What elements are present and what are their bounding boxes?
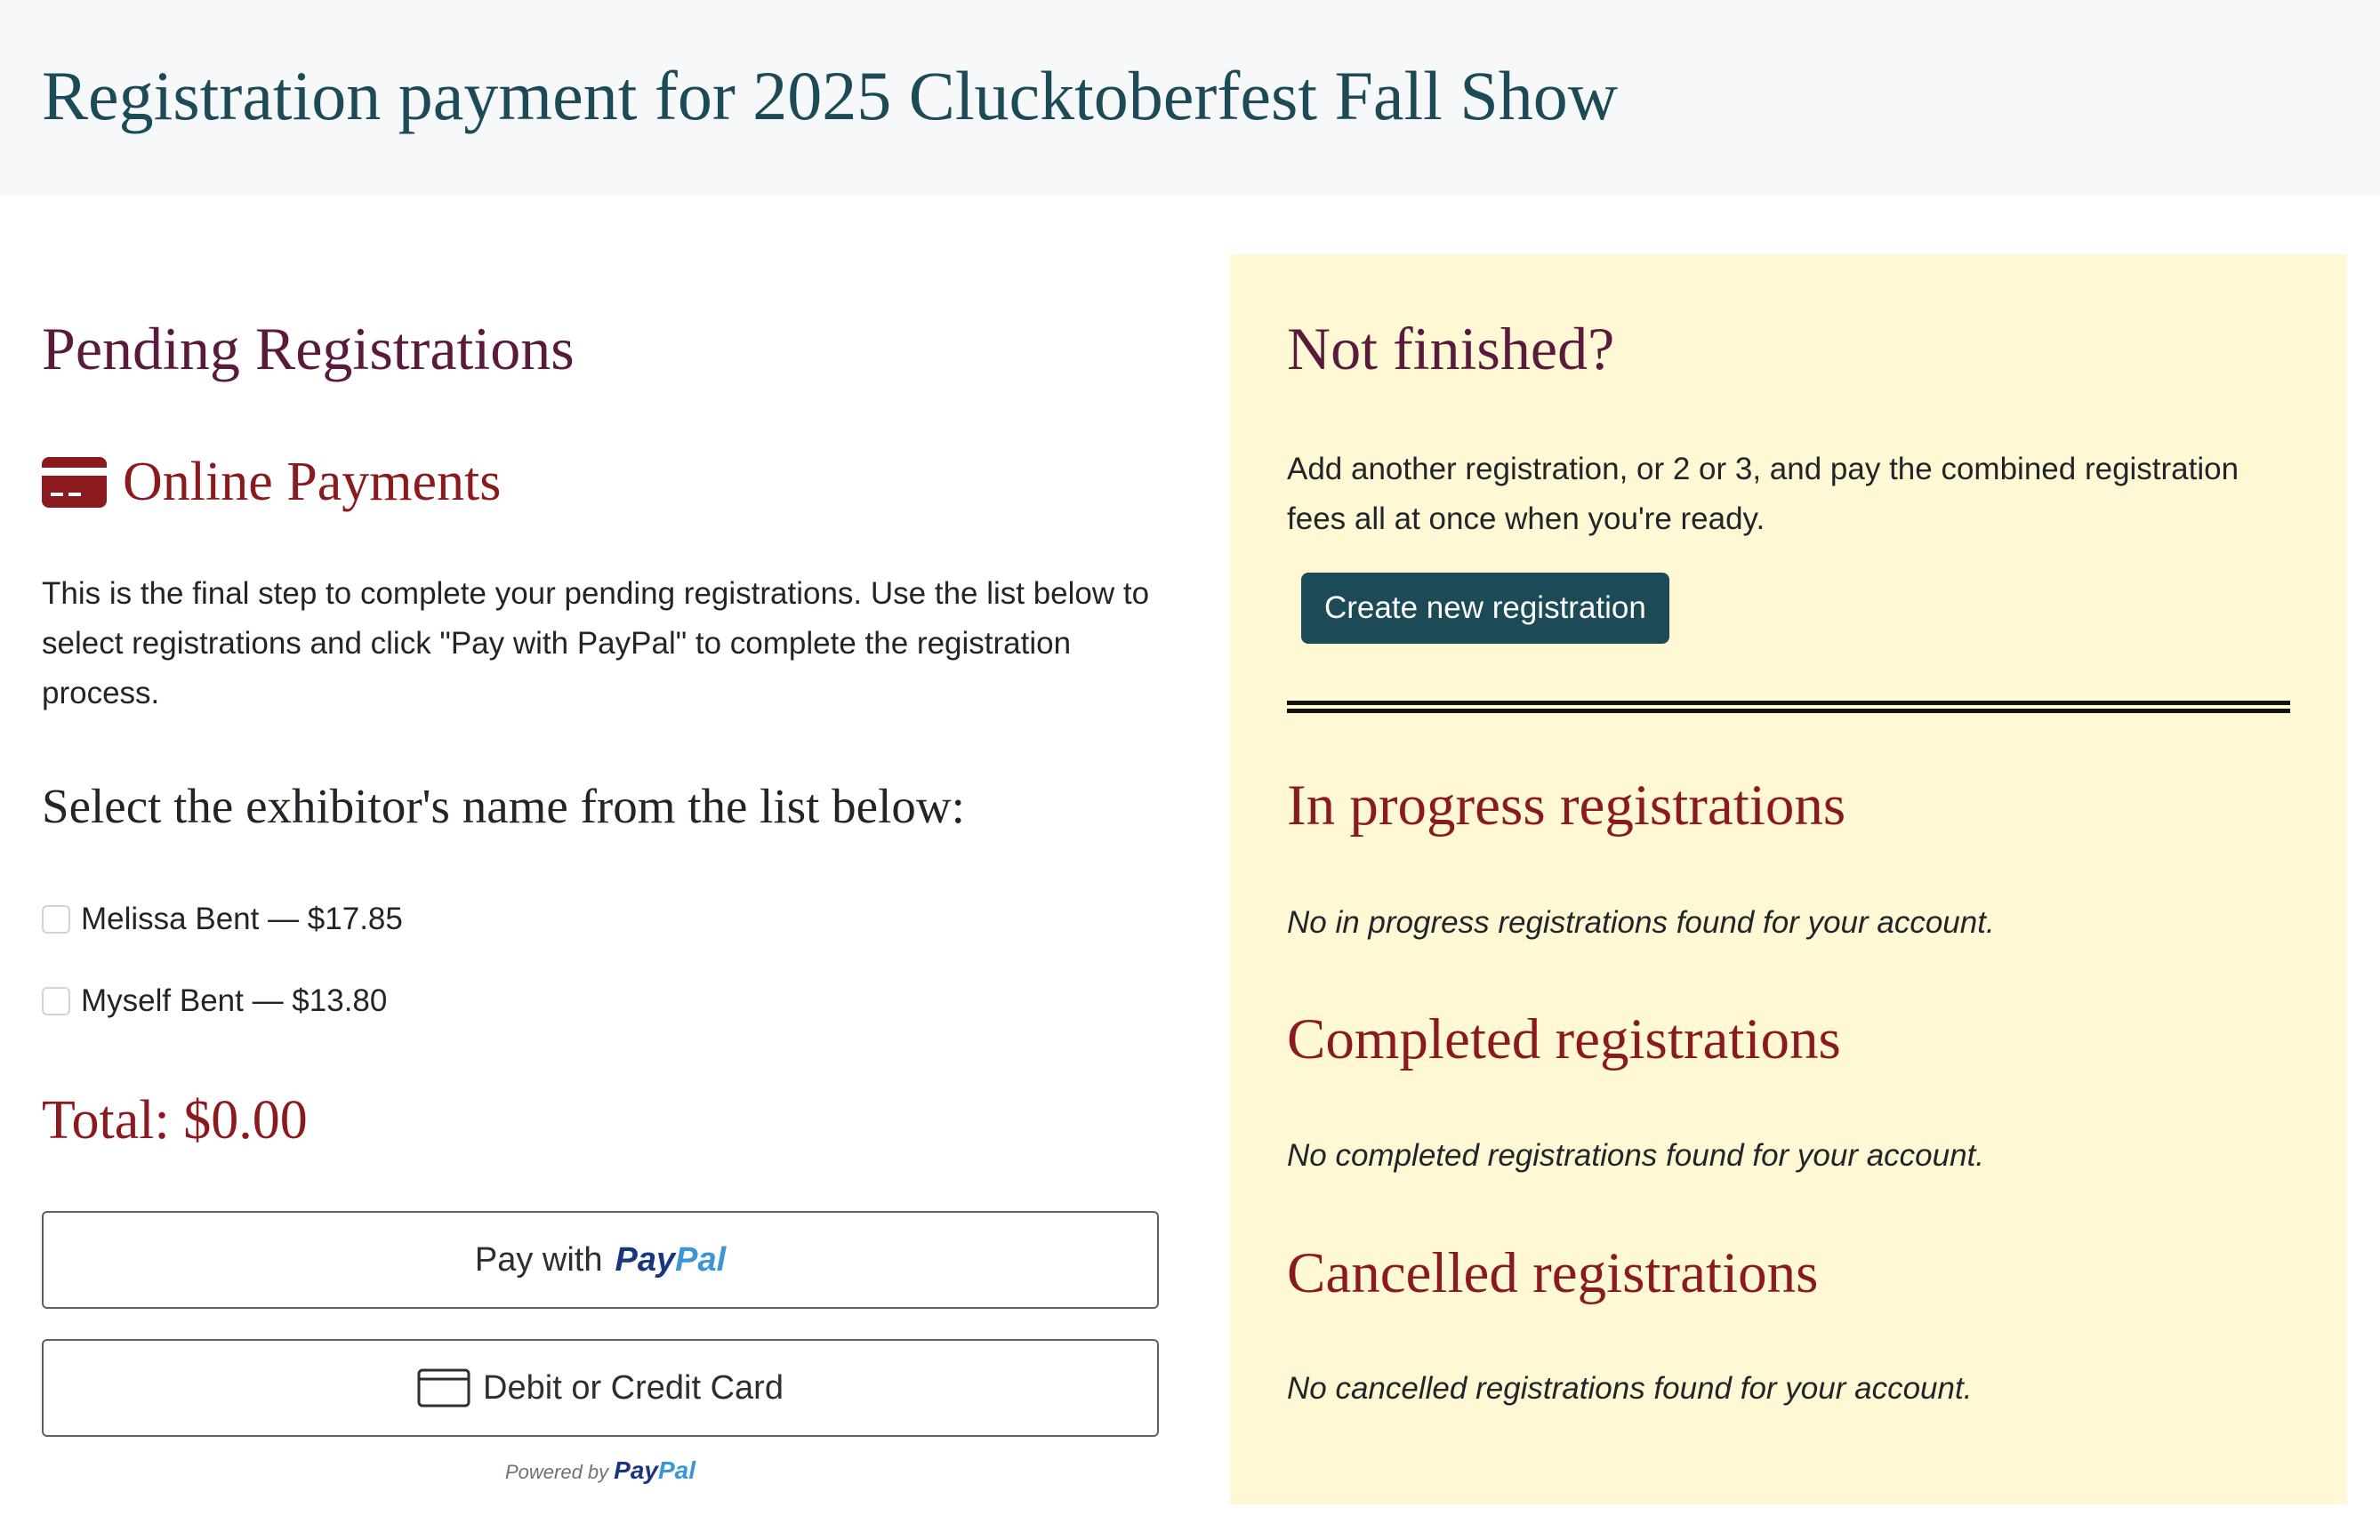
- payment-total: Total: $0.00: [42, 1089, 308, 1151]
- not-finished-description: Add another registration, or 2 or 3, and…: [1287, 452, 2239, 536]
- in-progress-empty-message: No in progress registrations found for y…: [1287, 905, 1995, 940]
- online-payments-heading: Online Payments: [42, 445, 501, 519]
- registration-option-label: Melissa Bent — $17.85: [81, 902, 403, 936]
- cancelled-empty-message: No cancelled registrations found for you…: [1287, 1371, 1973, 1406]
- paypal-logo-part-pal: Pal: [675, 1240, 727, 1279]
- pay-with-label: Pay with: [474, 1240, 603, 1279]
- select-exhibitor-prompt: Select the exhibitor's name from the lis…: [42, 779, 965, 833]
- completed-empty-message: No completed registrations found for you…: [1287, 1138, 1985, 1173]
- completed-registrations-title: Completed registrations: [1287, 1007, 1841, 1071]
- credit-card-icon: [42, 456, 107, 508]
- page-header: Registration payment for 2025 Clucktober…: [0, 0, 2380, 196]
- paypal-logo-part-pal: Pal: [657, 1456, 696, 1484]
- pay-with-paypal-button[interactable]: Pay with PayPal: [42, 1211, 1159, 1309]
- page-title: Registration payment for 2025 Clucktober…: [42, 57, 1619, 134]
- registration-checkbox[interactable]: [42, 905, 70, 934]
- section-divider: [1287, 701, 2290, 713]
- registration-option-melissa-bent[interactable]: Melissa Bent — $17.85: [42, 900, 403, 939]
- paypal-logo-part-pay: Pay: [614, 1456, 658, 1484]
- paypal-logo: PayPal: [615, 1241, 726, 1279]
- paypal-logo-part-pay: Pay: [615, 1240, 676, 1279]
- registration-checkbox[interactable]: [42, 987, 70, 1015]
- cancelled-registrations-title: Cancelled registrations: [1287, 1241, 1819, 1305]
- powered-by-label: Powered by: [504, 1461, 609, 1483]
- not-finished-title: Not finished?: [1287, 315, 1615, 382]
- credit-card-outline-icon: [417, 1368, 470, 1408]
- registration-option-myself-bent[interactable]: Myself Bent — $13.80: [42, 982, 387, 1021]
- payment-instructions: This is the final step to complete your …: [42, 576, 1150, 710]
- debit-credit-card-button[interactable]: Debit or Credit Card: [42, 1339, 1159, 1437]
- registration-option-label: Myself Bent — $13.80: [81, 983, 388, 1018]
- online-payments-label: Online Payments: [123, 451, 502, 512]
- pending-registrations-title: Pending Registrations: [42, 315, 575, 382]
- create-new-registration-button[interactable]: Create new registration: [1301, 573, 1669, 644]
- debit-credit-card-label: Debit or Credit Card: [483, 1368, 784, 1407]
- registration-status-panel: Not finished? Add another registration, …: [1230, 254, 2347, 1504]
- powered-by-paypal: Powered by PayPal: [42, 1456, 1159, 1492]
- paypal-logo-small: PayPal: [614, 1456, 696, 1484]
- in-progress-registrations-title: In progress registrations: [1287, 774, 1846, 838]
